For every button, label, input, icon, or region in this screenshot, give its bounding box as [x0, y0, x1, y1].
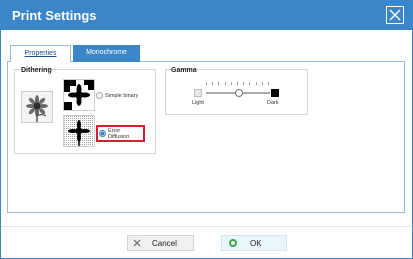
gamma-scale-ticks — [206, 82, 269, 85]
simple-binary-preview — [63, 79, 95, 111]
error-diffusion-preview — [63, 115, 95, 147]
flower-dithered-image — [64, 116, 94, 146]
ok-label: OK — [250, 238, 262, 248]
dithering-title: Dithering — [21, 67, 52, 74]
gamma-title: Gamma — [171, 67, 197, 74]
dark-swatch-icon — [271, 89, 279, 97]
footer-divider — [1, 226, 412, 227]
print-settings-dialog: Print Settings Properties Monochrome Dit… — [0, 0, 413, 259]
gamma-dark-label: Dark — [267, 100, 279, 106]
error-diffusion-label: Error Diffusion — [108, 127, 130, 140]
cancel-label: Cancel — [152, 238, 177, 248]
error-diffusion-option[interactable]: Error Diffusion — [96, 125, 145, 142]
ok-button[interactable]: OK — [221, 235, 287, 251]
flower-binary-image — [64, 80, 94, 110]
light-swatch-icon — [194, 89, 202, 97]
title-bar: Print Settings — [1, 1, 412, 30]
tab-properties[interactable]: Properties — [10, 45, 71, 62]
close-button[interactable] — [386, 6, 404, 24]
simple-binary-label: Simple binary — [105, 92, 139, 99]
error-diffusion-radio[interactable] — [99, 130, 106, 137]
tab-monochrome[interactable]: Monochrome — [73, 45, 140, 62]
original-image-preview — [21, 91, 53, 123]
gamma-light-label: Light — [192, 100, 204, 106]
flower-grayscale-image — [22, 92, 52, 122]
dialog-title: Print Settings — [12, 8, 97, 23]
gamma-slider-thumb[interactable] — [235, 89, 243, 97]
simple-binary-radio[interactable] — [96, 92, 103, 99]
cancel-x-icon — [133, 239, 141, 247]
close-icon — [389, 9, 401, 21]
cancel-button[interactable]: Cancel — [127, 235, 194, 251]
simple-binary-option[interactable]: Simple binary — [96, 91, 138, 100]
ok-circle-icon — [229, 239, 237, 247]
